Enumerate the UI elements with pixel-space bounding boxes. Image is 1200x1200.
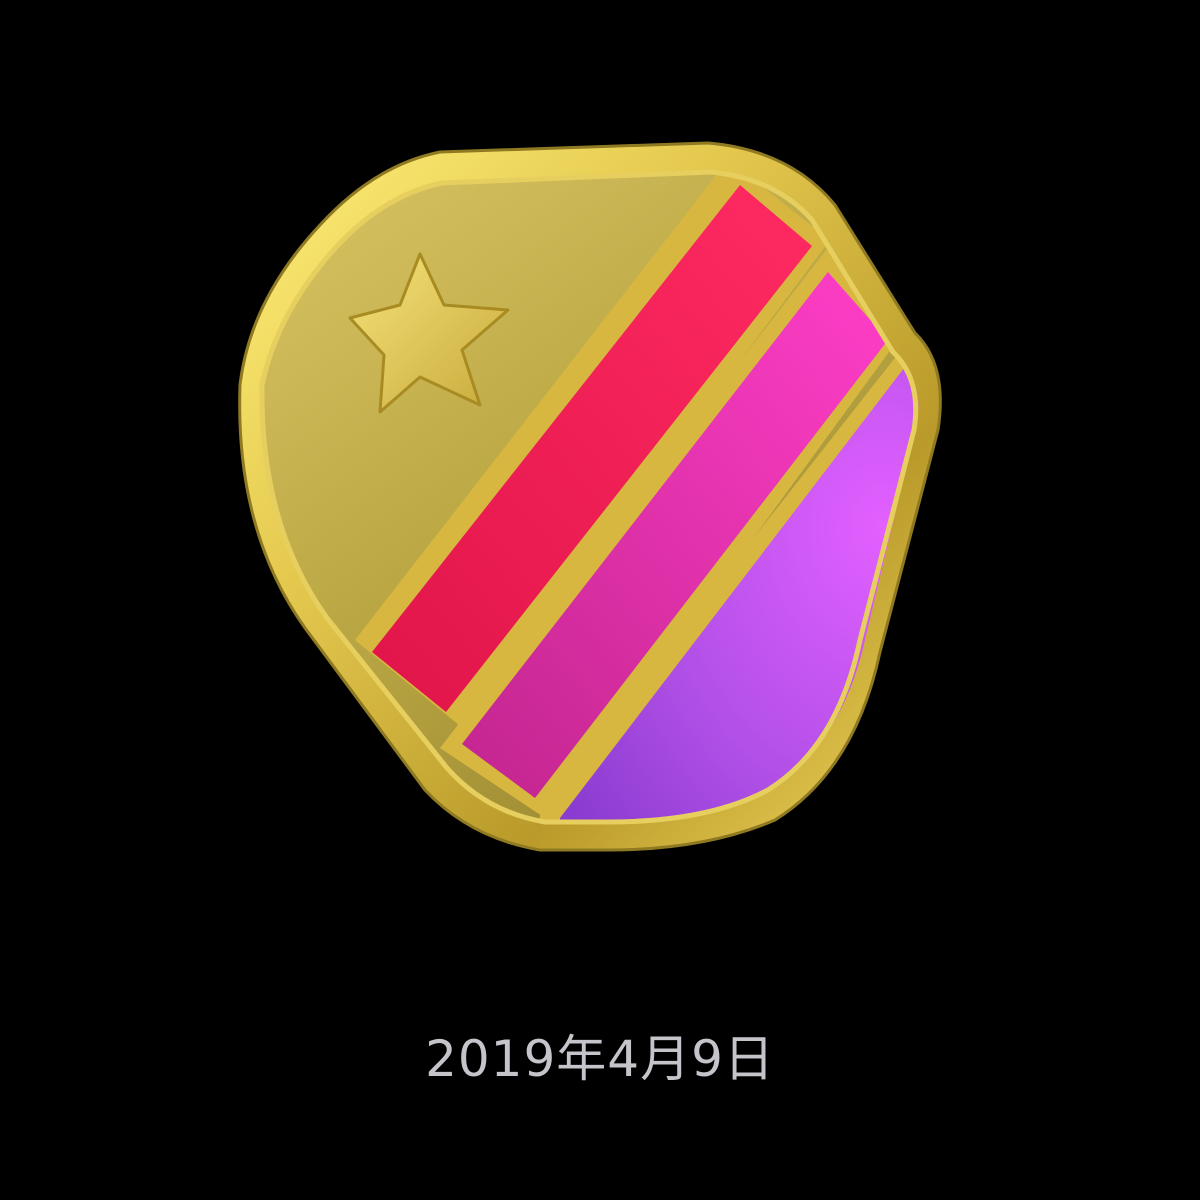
- shield-star-stripes-icon: [238, 141, 942, 852]
- award-date: 2019年4月9日: [425, 1030, 775, 1088]
- award-badge: [0, 0, 1200, 1000]
